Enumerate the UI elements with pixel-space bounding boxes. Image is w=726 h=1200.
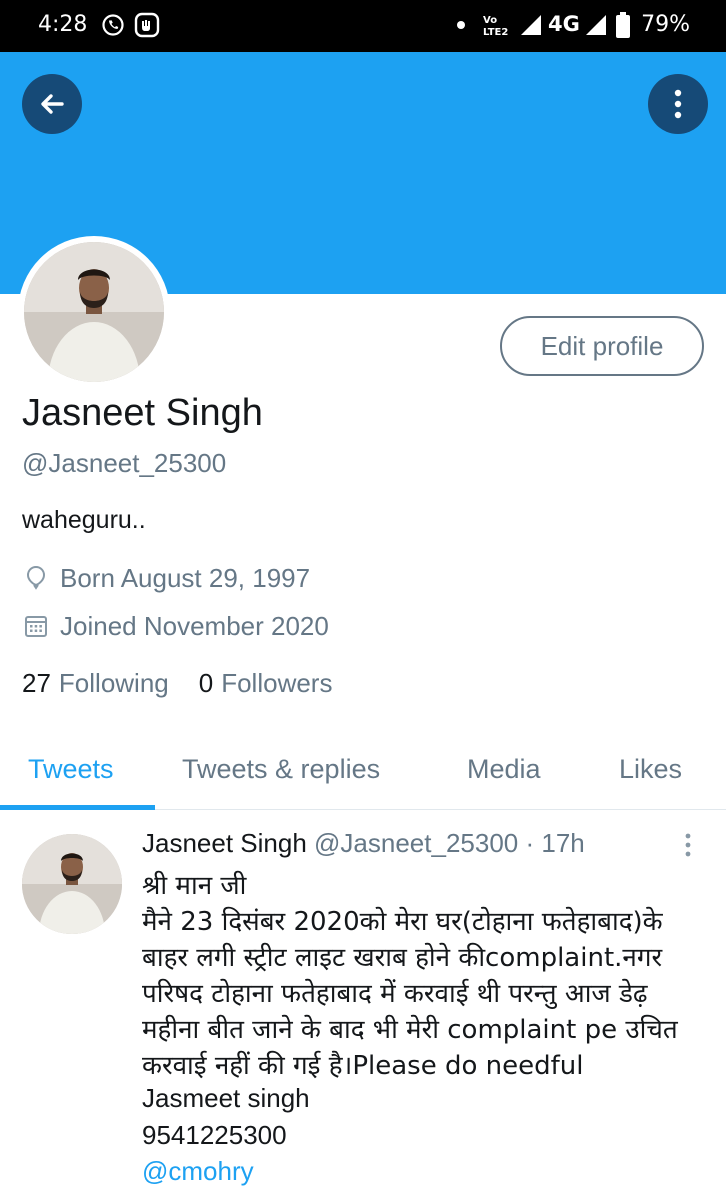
tweet-text-line: 9541225300 (142, 1120, 287, 1150)
tweet-header: Jasneet Singh @Jasneet_25300 · 17h (142, 828, 585, 859)
tweet-text-line: महीना बीत जाने के बाद भी मेरी complaint … (142, 1015, 678, 1045)
profile-bio: waheguru.. (22, 506, 146, 534)
following-count: 27 (22, 668, 51, 698)
tweet-mention-link[interactable]: @cmohry (142, 1156, 254, 1187)
network-type: 4G (548, 12, 580, 36)
profile-handle: @Jasneet_25300 (22, 448, 227, 478)
svg-text:LTE2: LTE2 (483, 27, 508, 38)
svg-text:Vo: Vo (483, 15, 497, 26)
battery-icon (614, 12, 632, 38)
active-tab-indicator (0, 805, 155, 810)
status-bar: 4:28 Vo LTE2 4G 79% (0, 0, 726, 52)
signal-icon-2 (584, 12, 608, 38)
tweet-text-line: Jasmeet singh (142, 1083, 310, 1113)
volte-icon: Vo LTE2 (480, 12, 510, 38)
balloon-icon (22, 564, 50, 592)
tweet-text-line: परिषद टोहाना फतेहाबाद में करवाई थी परन्त… (142, 979, 648, 1009)
tweet-author-handle[interactable]: @Jasneet_25300 (314, 828, 518, 858)
following-label: Following (58, 668, 169, 698)
tab-tweets[interactable]: Tweets (28, 754, 114, 785)
tweet-text-line: करवाई नहीं की गई है।Please do needful (142, 1051, 584, 1081)
tab-tweets-and-replies[interactable]: Tweets & replies (182, 754, 380, 785)
joined-row: Joined November 2020 (22, 609, 329, 643)
joined-text: Joined November 2020 (60, 610, 329, 641)
tweet-text-line: श्री मान जी (142, 871, 247, 901)
tweet-text-line: मैने 23 दिसंबर 2020को मेरा घर(टोहाना फते… (142, 907, 663, 937)
avatar (24, 242, 164, 382)
signal-icon (518, 12, 544, 38)
following-link[interactable]: 27 Following (22, 668, 169, 699)
battery-percent: 79% (641, 12, 690, 37)
birthday-row: Born August 29, 1997 (22, 561, 310, 595)
notification-app-icon (133, 12, 161, 38)
profile-tabs: Tweets Tweets & replies Media Likes (0, 740, 726, 810)
tab-likes[interactable]: Likes (619, 754, 682, 785)
tweet-separator: · (525, 828, 535, 858)
whatsapp-icon (100, 12, 126, 38)
birthday-text: Born August 29, 1997 (60, 562, 311, 593)
tweet-author-avatar[interactable] (22, 834, 122, 934)
back-button[interactable] (22, 74, 82, 134)
tweet-author-name[interactable]: Jasneet Singh (142, 828, 307, 858)
tweet-text-line: बाहर लगी स्ट्रीट लाइट खराब होने कीcompla… (142, 943, 663, 973)
followers-label: Followers (221, 668, 333, 698)
more-options-button[interactable] (648, 74, 708, 134)
tweet-time: 17h (541, 828, 585, 858)
calendar-icon (22, 612, 50, 640)
arrow-left-icon (36, 88, 68, 120)
tab-media[interactable]: Media (467, 754, 541, 785)
profile-name: Jasneet Singh (22, 392, 263, 434)
edit-profile-button[interactable]: Edit profile (500, 316, 704, 376)
followers-count: 0 (198, 668, 214, 698)
dot-indicator-icon (455, 12, 467, 38)
more-vertical-icon (680, 832, 696, 858)
profile-avatar-frame[interactable] (18, 236, 170, 388)
tweet-more-button[interactable] (680, 832, 696, 858)
follow-stats: 27 Following 0 Followers (22, 668, 362, 699)
followers-link[interactable]: 0 Followers (199, 668, 333, 699)
status-time: 4:28 (38, 12, 88, 37)
more-vertical-icon (673, 88, 683, 120)
